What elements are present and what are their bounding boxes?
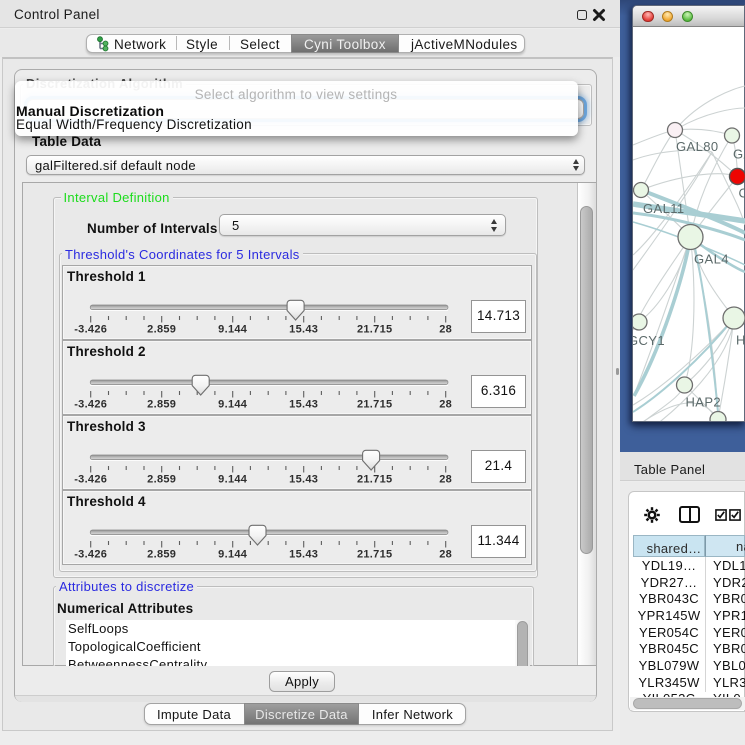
svg-text:28: 28 [439,549,452,561]
svg-text:28: 28 [439,324,452,336]
svg-text:9.144: 9.144 [218,549,248,561]
svg-text:28: 28 [439,399,452,411]
svg-text:C: C [739,186,745,201]
svg-text:15.43: 15.43 [289,399,318,411]
svg-text:2.859: 2.859 [147,474,176,486]
svg-text:GAL11: GAL11 [643,201,685,216]
svg-text:21.715: 21.715 [357,474,392,486]
svg-text:-3.426: -3.426 [74,474,107,486]
svg-text:GCY1: GCY1 [633,333,665,348]
svg-text:H: H [736,333,745,348]
svg-text:-3.426: -3.426 [74,549,107,561]
svg-text:9.144: 9.144 [218,324,248,336]
svg-text:15.43: 15.43 [289,474,318,486]
svg-text:-3.426: -3.426 [74,399,107,411]
svg-text:GAL80: GAL80 [676,139,718,154]
svg-text:28: 28 [439,474,452,486]
svg-text:21.715: 21.715 [357,549,392,561]
svg-text:GAL4: GAL4 [694,252,729,267]
svg-text:9.144: 9.144 [218,474,248,486]
svg-text:GA: GA [733,147,745,162]
svg-text:9.144: 9.144 [218,399,248,411]
svg-text:21.715: 21.715 [357,399,392,411]
svg-text:HAP2: HAP2 [686,395,722,410]
svg-text:2.859: 2.859 [147,549,176,561]
svg-text:-3.426: -3.426 [74,324,107,336]
svg-text:15.43: 15.43 [289,324,318,336]
svg-text:21.715: 21.715 [357,324,392,336]
svg-text:2.859: 2.859 [147,324,176,336]
svg-text:2.859: 2.859 [147,399,176,411]
svg-text:15.43: 15.43 [289,549,318,561]
